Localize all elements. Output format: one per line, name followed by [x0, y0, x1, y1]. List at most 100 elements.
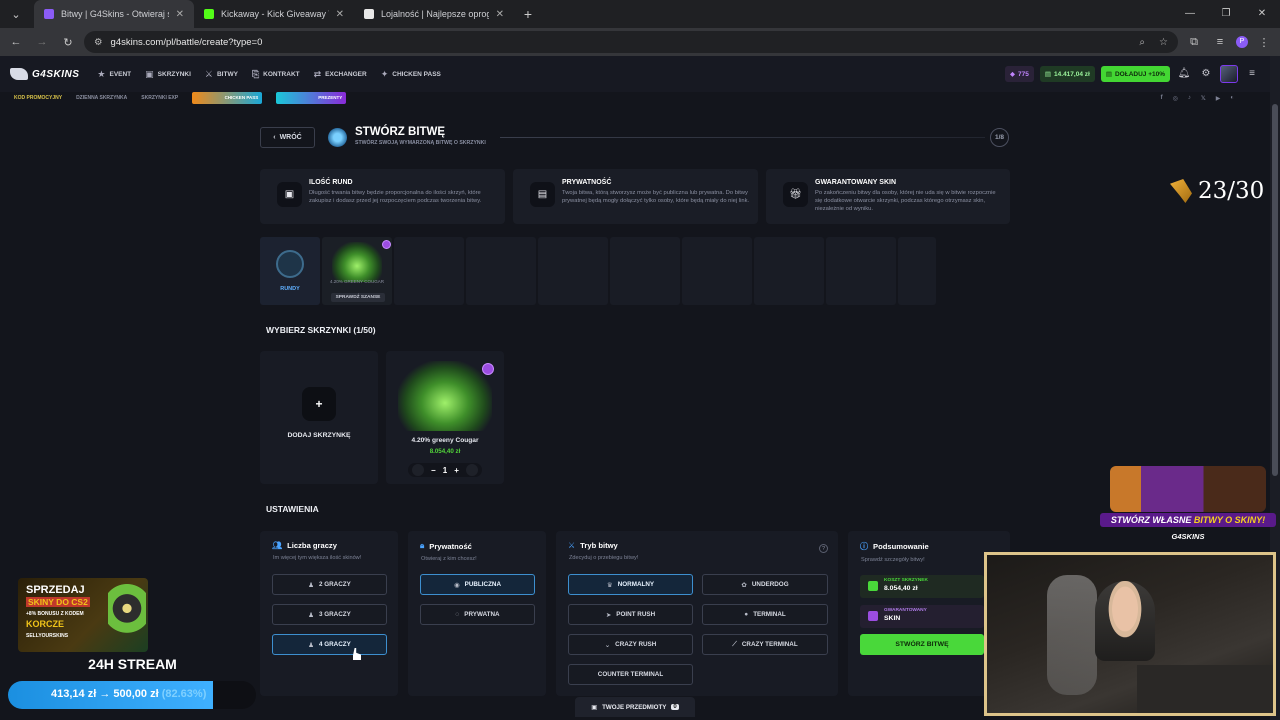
- profile-avatar[interactable]: P: [1236, 36, 1248, 48]
- site-logo[interactable]: G4SKINS: [10, 68, 79, 80]
- youtube-icon[interactable]: ▶: [1216, 95, 1221, 102]
- zoom-icon[interactable]: ⌕: [1139, 37, 1145, 48]
- gift-icon: 🎁︎: [783, 182, 808, 207]
- media-icon[interactable]: ≡: [1210, 36, 1230, 48]
- goal-arrow-icon: →: [99, 688, 111, 700]
- players-4-option[interactable]: ♟ 4 GRACZY: [272, 634, 387, 655]
- chicken-pass-banner[interactable]: CHICKEN PASS: [192, 92, 263, 104]
- deposit-button[interactable]: ▤ DOŁADUJ +10%: [1100, 66, 1170, 82]
- extensions-icon[interactable]: ⧉: [1184, 36, 1204, 49]
- close-icon[interactable]: ✕: [336, 9, 344, 20]
- instagram-icon[interactable]: ◎: [1173, 95, 1178, 102]
- plus-icon[interactable]: +: [454, 466, 459, 475]
- nav-kontrakt[interactable]: ⎘ KONTRAKT: [252, 69, 300, 80]
- private-option[interactable]: ◌ PRYWATNA: [420, 604, 535, 625]
- g4skins-stream-promo: STWÓRZ WŁASNE BITWY O SKINY! G4SKINS: [1100, 466, 1276, 546]
- mode-terminal-option[interactable]: ● TERMINAL: [702, 604, 828, 625]
- backpack-icon: ▣: [591, 703, 598, 711]
- info-title: GWARANTOWANY SKIN: [815, 179, 897, 186]
- create-battle-button[interactable]: STWÓRZ BITWĘ: [860, 634, 984, 655]
- mode-crazy-terminal-option[interactable]: ⟋ CRAZY TERMINAL: [702, 634, 828, 655]
- privacy-desc: Otwieraj z kim chcesz!: [421, 556, 477, 562]
- summary-desc: Sprawdź szczegóły bitwy!: [861, 557, 925, 563]
- tiktok-icon[interactable]: ♪: [1188, 95, 1191, 102]
- promo-code-link[interactable]: KOD PROMOCYJNY: [14, 95, 62, 101]
- browser-tab-2[interactable]: Kickaway - Kick Giveaway Tool ✕: [194, 0, 354, 28]
- cost-value: 8.054,40 zł: [884, 585, 918, 592]
- option-label: NORMALNY: [617, 581, 655, 588]
- increment-button[interactable]: [465, 464, 478, 476]
- option-label: PUBLICZNA: [464, 581, 502, 588]
- mode-underdog-option[interactable]: ✿ UNDERDOG: [702, 574, 828, 595]
- tab-search-icon[interactable]: ⌄: [6, 8, 26, 21]
- promo-line2: SKINY DO CS2: [26, 597, 90, 607]
- case-card[interactable]: 4.20% greeny Cougar 8.054,40 zł − 1 +: [386, 351, 504, 484]
- minimize-icon[interactable]: —: [1172, 0, 1208, 28]
- overlay-counter: 23/30: [1170, 178, 1264, 204]
- bookmark-star-icon[interactable]: ☆: [1159, 37, 1168, 48]
- nav-bitwy[interactable]: ⚔ BITWY: [205, 69, 238, 80]
- site-info-icon[interactable]: ⚙: [94, 37, 103, 48]
- option-label: PRYWATNA: [464, 611, 500, 618]
- public-option[interactable]: ◉ PUBLICZNA: [420, 574, 535, 595]
- nav-skrzynki[interactable]: ▣ SKRZYNKI: [145, 69, 191, 80]
- round-slot-case[interactable]: 4.20% GREENY COUGAR SPRAWDŹ SZANSE: [322, 237, 392, 305]
- mode-header: ⚔ Tryb bitwy: [568, 541, 826, 550]
- balance-chip[interactable]: ▤ 14.417,04 zł: [1039, 66, 1095, 82]
- points-chip[interactable]: ◆ 775: [1005, 66, 1034, 82]
- x-icon[interactable]: 𝕏: [1201, 95, 1206, 102]
- close-icon[interactable]: ✕: [176, 9, 184, 20]
- nav-chicken-pass[interactable]: ✦ CHICKEN PASS: [381, 69, 441, 80]
- your-items-bar[interactable]: ▣ TWOJE PRZEDMIOTY 0: [575, 697, 695, 717]
- add-case-button[interactable]: + DODAJ SKRZYNKĘ: [260, 351, 378, 484]
- browser-menu-icon[interactable]: ⋮: [1254, 36, 1274, 49]
- close-window-icon[interactable]: ✕: [1244, 0, 1280, 28]
- players-2-option[interactable]: ♟ 2 GRACZY: [272, 574, 387, 595]
- bell-icon[interactable]: 🔔︎: [1176, 66, 1192, 82]
- promo-tagline-a: STWÓRZ WŁASNE: [1110, 515, 1194, 525]
- minus-icon[interactable]: −: [431, 466, 436, 475]
- crown-icon: ♛: [606, 581, 613, 589]
- logo-text: G4SKINS: [32, 68, 80, 80]
- round-slot-empty: [466, 237, 536, 305]
- restore-icon[interactable]: ❐: [1208, 0, 1244, 28]
- user-avatar[interactable]: [1220, 65, 1238, 83]
- new-tab-button[interactable]: +: [518, 6, 538, 22]
- back-button[interactable]: ‹ WRÓĆ: [260, 127, 315, 148]
- browser-tab-3[interactable]: Lojalność | Najlepsze oprogram ✕: [354, 0, 514, 28]
- nav-event[interactable]: ★ EVENT: [97, 69, 131, 80]
- gifts-banner[interactable]: PREZENTY: [276, 92, 347, 104]
- address-bar[interactable]: ⚙ g4skins.com/pl/battle/create?type=0 ⌕ …: [84, 31, 1178, 53]
- discord-icon[interactable]: ◐: [1230, 95, 1234, 102]
- gear-icon[interactable]: ⚙: [1198, 66, 1214, 82]
- exchange-icon: ⇄: [313, 68, 322, 79]
- players-3-option[interactable]: ♟ 3 GRACZY: [272, 604, 387, 625]
- info-title: PRYWATNOŚĆ: [562, 179, 612, 186]
- scrollbar-thumb[interactable]: [1272, 104, 1278, 476]
- check-chances-button[interactable]: SPRAWDŹ SZANSE: [331, 293, 385, 302]
- social-links: f ◎ ♪ 𝕏 ▶ ◐: [1161, 95, 1270, 102]
- tab-title: Lojalność | Najlepsze oprogram: [381, 9, 489, 19]
- back-arrow-icon[interactable]: ←: [6, 36, 26, 48]
- mode-crazy-rush-option[interactable]: ⌄ CRAZY RUSH: [568, 634, 693, 655]
- promo-brand: G4SKINS: [1171, 532, 1205, 541]
- mode-counter-terminal-option[interactable]: COUNTER TERMINAL: [568, 664, 693, 685]
- forward-arrow-icon[interactable]: →: [32, 36, 52, 48]
- case-price: 8.054,40 zł: [429, 448, 461, 455]
- hamburger-menu-icon[interactable]: ≡: [1244, 66, 1260, 82]
- users-icon: 👥︎: [272, 541, 283, 550]
- browser-tab-1[interactable]: Bitwy | G4Skins - Otwieraj skrzy ✕: [34, 0, 194, 28]
- mode-point-rush-option[interactable]: ➤ POINT RUSH: [568, 604, 693, 625]
- mode-normal-option[interactable]: ♛ NORMALNY: [568, 574, 693, 595]
- facebook-icon[interactable]: f: [1161, 95, 1163, 102]
- help-icon[interactable]: ?: [819, 544, 828, 553]
- nav-exchanger[interactable]: ⇄ EXCHANGER: [314, 69, 367, 80]
- g4skins-favicon-icon: [44, 9, 54, 19]
- exp-cases-link[interactable]: SKRZYNKI EXP: [141, 95, 178, 101]
- close-icon[interactable]: ✕: [496, 9, 504, 20]
- summary-header: ⓘ Podsumowanie: [860, 541, 998, 552]
- reload-icon[interactable]: ↻: [58, 36, 78, 49]
- decrement-button[interactable]: [412, 464, 424, 476]
- daily-case-link[interactable]: DZIENNA SKRZYNKA: [76, 95, 127, 101]
- points-value: 775: [1018, 70, 1029, 78]
